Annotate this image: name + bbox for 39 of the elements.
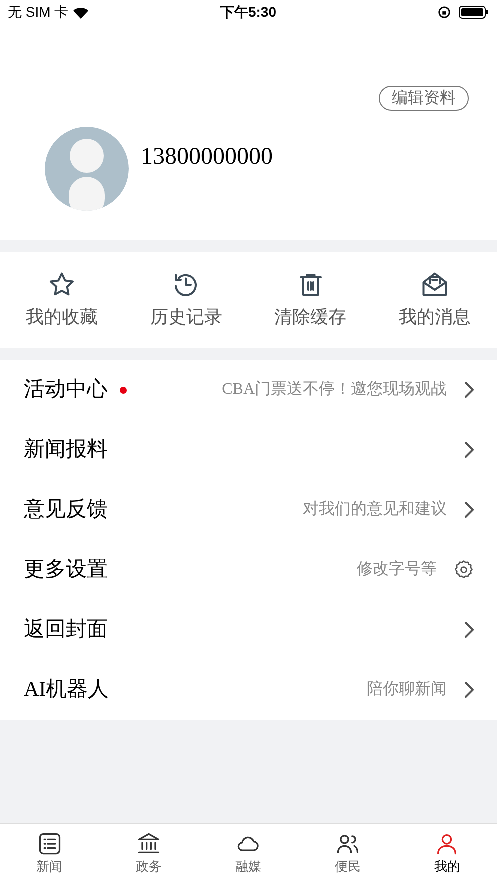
menu-title: 更多设置 xyxy=(24,556,108,584)
shortcut-button[interactable]: 清除缓存 xyxy=(248,252,373,348)
tab-bar-item[interactable]: 新闻 xyxy=(0,824,100,883)
tab-bar-item[interactable]: 政务 xyxy=(99,824,199,883)
menu-row[interactable]: AI机器人 陪你聊新闻 xyxy=(0,660,497,720)
menu-row[interactable]: 意见反馈 对我们的意见和建议 xyxy=(0,480,497,540)
tab-bar-item[interactable]: 便民 xyxy=(298,824,398,883)
menu-title: 意见反馈 xyxy=(24,496,108,524)
menu-row[interactable]: 返回封面 xyxy=(0,600,497,660)
menu-hint: CBA门票送不停！邀您现场观战 xyxy=(222,380,447,400)
shortcut-button[interactable]: 我的消息 xyxy=(372,252,497,348)
chevron-right-icon xyxy=(463,500,475,520)
battery-icon xyxy=(459,6,489,19)
tab-bar-item[interactable]: 我的 xyxy=(398,824,497,883)
menu-title: 活动中心 xyxy=(24,376,108,404)
menu-title: AI机器人 xyxy=(24,676,110,704)
settings-icon xyxy=(453,559,475,581)
menu-row[interactable]: 活动中心 CBA门票送不停！邀您现场观战 xyxy=(0,360,497,420)
shortcut-button[interactable]: 我的收藏 xyxy=(0,252,124,348)
carrier-text: 无 SIM 卡 xyxy=(8,3,69,22)
phone-number: 13800000000 xyxy=(141,143,273,172)
chevron-right-icon xyxy=(463,680,475,700)
menu-hint: 对我们的意见和建议 xyxy=(303,500,447,520)
rotation-lock-icon xyxy=(438,6,451,19)
chevron-right-icon xyxy=(463,620,475,640)
menu-title: 返回封面 xyxy=(24,616,108,644)
chevron-right-icon xyxy=(463,440,475,460)
menu-hint: 陪你聊新闻 xyxy=(367,680,447,700)
menu-row[interactable]: 更多设置 修改字号等 xyxy=(0,540,497,600)
chevron-right-icon xyxy=(463,380,475,400)
clock-text: 下午5:30 xyxy=(220,3,277,22)
menu-row[interactable]: 新闻报料 xyxy=(0,420,497,480)
menu-title: 新闻报料 xyxy=(24,436,108,464)
tab-bar-item[interactable]: 融媒 xyxy=(198,824,298,883)
menu-hint: 修改字号等 xyxy=(357,560,437,580)
wifi-icon xyxy=(72,6,89,18)
shortcut-button[interactable]: 历史记录 xyxy=(124,252,248,348)
list-icon xyxy=(36,830,63,857)
edit-profile-button[interactable]: 编辑资料 xyxy=(379,86,469,111)
